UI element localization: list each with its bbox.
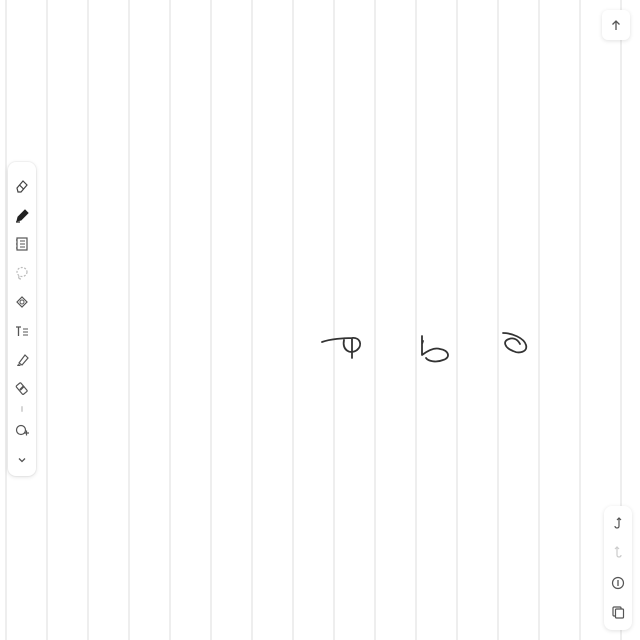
eraser-icon	[16, 180, 28, 193]
notebook-canvas[interactable]	[0, 0, 640, 640]
info-button[interactable]	[608, 572, 628, 594]
lasso-tool[interactable]	[12, 263, 32, 283]
text-tool[interactable]	[12, 321, 32, 341]
redo-icon	[614, 546, 622, 558]
chevron-down-icon	[18, 458, 26, 463]
highlighter-tool[interactable]	[12, 350, 32, 370]
ruled-lines	[5, 0, 622, 640]
pages-icon	[612, 606, 625, 619]
pen-tool[interactable]	[12, 205, 32, 225]
undo-button[interactable]	[608, 512, 628, 534]
lasso-icon	[16, 266, 28, 280]
notebook-tool[interactable]	[12, 234, 32, 254]
highlighter-icon	[17, 354, 29, 366]
info-icon	[611, 576, 625, 590]
stroke-digit-5	[421, 335, 449, 363]
marker-icon	[15, 382, 28, 395]
scroll-top-button[interactable]	[602, 10, 630, 40]
marker-tool[interactable]	[12, 379, 32, 399]
shapes-icon	[16, 296, 28, 308]
handwritten-strokes	[321, 332, 528, 363]
text-tool-icon	[16, 326, 28, 336]
undo-icon	[614, 517, 622, 529]
shape-add-icon	[15, 424, 29, 436]
stroke-digit-6	[502, 332, 528, 354]
stroke-digit-9	[321, 337, 362, 359]
toolbar-expand-button[interactable]	[12, 450, 32, 470]
pen-icon	[16, 209, 29, 223]
pages-button[interactable]	[608, 601, 628, 623]
shape-add-tool[interactable]	[12, 420, 32, 440]
shapes-tool[interactable]	[12, 292, 32, 312]
page-controls	[604, 506, 632, 630]
redo-button[interactable]	[608, 541, 628, 563]
notebook-icon	[16, 237, 28, 251]
eraser-tool[interactable]	[12, 176, 32, 196]
arrow-up-icon	[612, 20, 620, 30]
toolbar-divider	[21, 406, 23, 412]
drawing-toolbar	[8, 162, 36, 476]
